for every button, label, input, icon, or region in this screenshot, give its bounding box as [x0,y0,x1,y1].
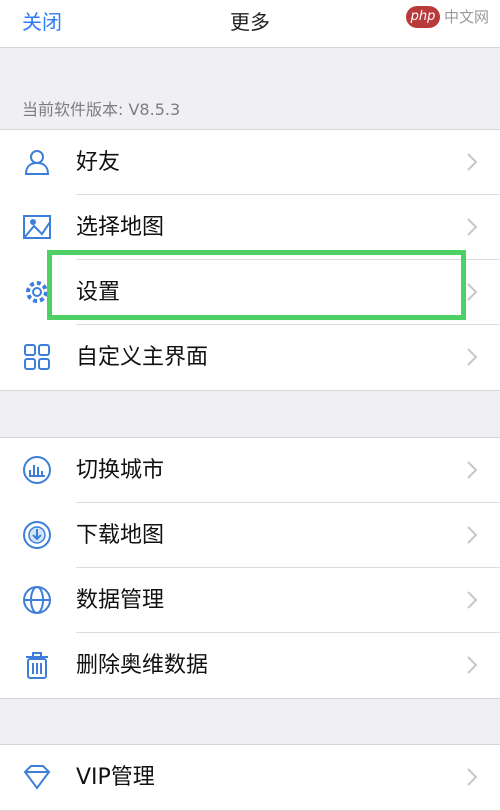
watermark-logo: php 中文网 [406,4,492,32]
chevron-right-icon [466,767,478,787]
chevron-right-icon [466,460,478,480]
download-icon [22,520,52,550]
chevron-right-icon [466,282,478,302]
menu-group-data: 切换城市 下载地图 数据管理 删除奥维数据 [0,437,500,699]
chevron-right-icon [466,655,478,675]
chevron-right-icon [466,525,478,545]
chevron-right-icon [466,590,478,610]
user-icon [22,147,52,177]
menu-item-data-management[interactable]: 数据管理 [0,568,500,633]
globe-icon [22,585,52,615]
map-icon [22,212,52,242]
menu-item-delete-data[interactable]: 删除奥维数据 [0,633,500,698]
menu-item-download-map[interactable]: 下载地图 [0,503,500,568]
chevron-right-icon [466,152,478,172]
menu-item-label: 删除奥维数据 [76,653,209,678]
chevron-right-icon [466,347,478,367]
menu-item-label: VIP管理 [76,765,155,790]
chevron-right-icon [466,217,478,237]
menu-item-customize-home[interactable]: 自定义主界面 [0,325,500,390]
watermark-site-text: 中文网 [444,8,490,26]
menu-item-vip[interactable]: VIP管理 [0,745,500,810]
menu-item-label: 数据管理 [76,588,165,613]
city-icon [22,455,52,485]
highlight-box [47,250,466,320]
menu-item-label: 好友 [76,150,121,175]
trash-icon [22,650,52,680]
diamond-icon [22,762,52,792]
grid-icon [22,342,52,372]
version-label: 当前软件版本: V8.5.3 [22,100,181,119]
menu-group-vip: VIP管理 [0,744,500,811]
nav-bar: 关闭 更多 php 中文网 [0,0,500,48]
menu-item-friends[interactable]: 好友 [0,130,500,195]
menu-item-label: 自定义主界面 [76,345,209,370]
menu-item-switch-city[interactable]: 切换城市 [0,438,500,503]
menu-item-label: 下载地图 [76,523,165,548]
menu-item-label: 切换城市 [76,458,165,483]
watermark-logo-text: php [406,6,440,28]
